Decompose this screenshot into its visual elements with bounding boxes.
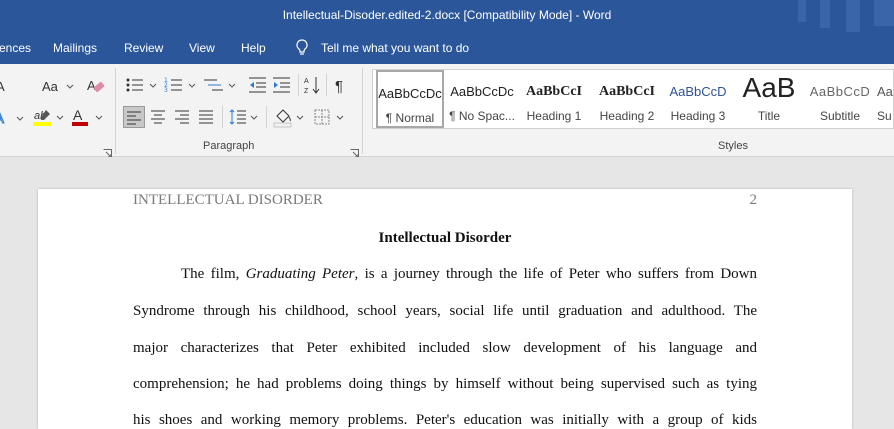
- style-heading-3[interactable]: AaBbCcD Heading 3: [664, 70, 732, 128]
- style-normal[interactable]: AaBbCcDc ¶ Normal: [376, 70, 444, 128]
- tab-view[interactable]: View: [189, 41, 215, 55]
- toolbar-separator: [326, 74, 327, 96]
- shading-button[interactable]: [273, 106, 307, 128]
- style-no-spacing[interactable]: AaBbCcDc ¶ No Spac...: [448, 70, 516, 128]
- svg-text:A: A: [0, 79, 5, 94]
- toolbar-separator: [222, 106, 223, 128]
- font-dialog-launcher-icon[interactable]: [103, 143, 112, 158]
- style-title[interactable]: AaB Title: [735, 70, 803, 128]
- change-case-button[interactable]: Aa: [42, 76, 76, 96]
- document-area[interactable]: INTELLECTUAL DISORDER 2 Intellectual Dis…: [0, 157, 894, 429]
- page-number: 2: [749, 192, 758, 208]
- tab-review[interactable]: Review: [124, 41, 163, 55]
- style-heading-2[interactable]: AaBbCcI Heading 2: [592, 70, 662, 128]
- paragraph-line: The film, Graduating Peter, is a journey…: [181, 266, 757, 282]
- text-effects-icon[interactable]: A: [0, 108, 10, 128]
- svg-text:3: 3: [164, 87, 168, 94]
- decrease-indent-icon[interactable]: [248, 75, 268, 95]
- tab-mailings[interactable]: Mailings: [53, 41, 97, 55]
- bullets-button[interactable]: [125, 75, 161, 95]
- paragraph-dialog-launcher-icon[interactable]: [350, 143, 359, 158]
- group-separator: [362, 68, 363, 154]
- align-right-button[interactable]: [173, 107, 193, 127]
- increase-indent-icon[interactable]: [272, 75, 292, 95]
- lightbulb-icon: [295, 39, 309, 59]
- borders-button[interactable]: [313, 107, 347, 127]
- paragraph-group-label: Paragraph: [203, 140, 255, 152]
- running-header: INTELLECTUAL DISORDER: [133, 192, 323, 208]
- clear-formatting-icon[interactable]: A: [86, 75, 106, 95]
- window-title: Intellectual-Disoder.edited-2.docx [Comp…: [282, 8, 612, 22]
- tab-help[interactable]: Help: [241, 41, 266, 55]
- styles-gallery: AaBbCcDc ¶ Normal AaBbCcDc ¶ No Spac... …: [372, 69, 894, 129]
- svg-text:A: A: [87, 78, 96, 93]
- svg-text:Z: Z: [304, 88, 309, 95]
- svg-text:Aa: Aa: [42, 79, 59, 94]
- tell-me-text: Tell me what you want to do: [321, 41, 470, 55]
- ribbon-tabs: ences Mailings Review View Help Tell me …: [0, 32, 894, 64]
- document-page[interactable]: INTELLECTUAL DISORDER 2 Intellectual Dis…: [38, 189, 852, 429]
- justify-button[interactable]: [197, 107, 217, 127]
- grow-font-icon[interactable]: A: [0, 76, 10, 96]
- toolbar-separator: [266, 106, 267, 128]
- style-subtle-emphasis[interactable]: Aa Su: [877, 70, 894, 128]
- paragraph-line: major characterizes that Peter exhibited…: [133, 340, 757, 356]
- svg-text:A: A: [73, 107, 83, 123]
- align-center-button[interactable]: [149, 107, 169, 127]
- numbering-button[interactable]: 123: [164, 75, 200, 95]
- tab-references[interactable]: ences: [0, 41, 31, 55]
- group-separator: [115, 68, 116, 154]
- text-effects-dropdown-icon[interactable]: [16, 107, 24, 127]
- style-subtitle[interactable]: AaBbCcD Subtitle: [806, 70, 874, 128]
- multilevel-list-button[interactable]: [203, 75, 239, 95]
- svg-text:A: A: [304, 78, 309, 85]
- styles-group-label: Styles: [718, 140, 748, 152]
- show-formatting-marks-icon[interactable]: ¶: [334, 75, 350, 95]
- line-spacing-button[interactable]: [229, 107, 261, 127]
- sort-icon[interactable]: AZ: [304, 75, 322, 95]
- svg-text:A: A: [0, 110, 4, 127]
- font-color-button[interactable]: A: [72, 106, 106, 126]
- paragraph-line: comprehension; he had problems doing thi…: [133, 376, 757, 392]
- style-heading-1[interactable]: AaBbCcI Heading 1: [519, 70, 589, 128]
- svg-text:¶: ¶: [335, 78, 343, 95]
- paragraph-line: Syndrome through his childhood, school y…: [133, 303, 757, 319]
- align-left-button[interactable]: [123, 106, 145, 128]
- highlight-color-button[interactable]: ab: [32, 106, 66, 126]
- title-bar: Intellectual-Disoder.edited-2.docx [Comp…: [0, 0, 894, 32]
- toolbar-separator: [298, 74, 299, 96]
- document-title: Intellectual Disorder: [378, 230, 512, 246]
